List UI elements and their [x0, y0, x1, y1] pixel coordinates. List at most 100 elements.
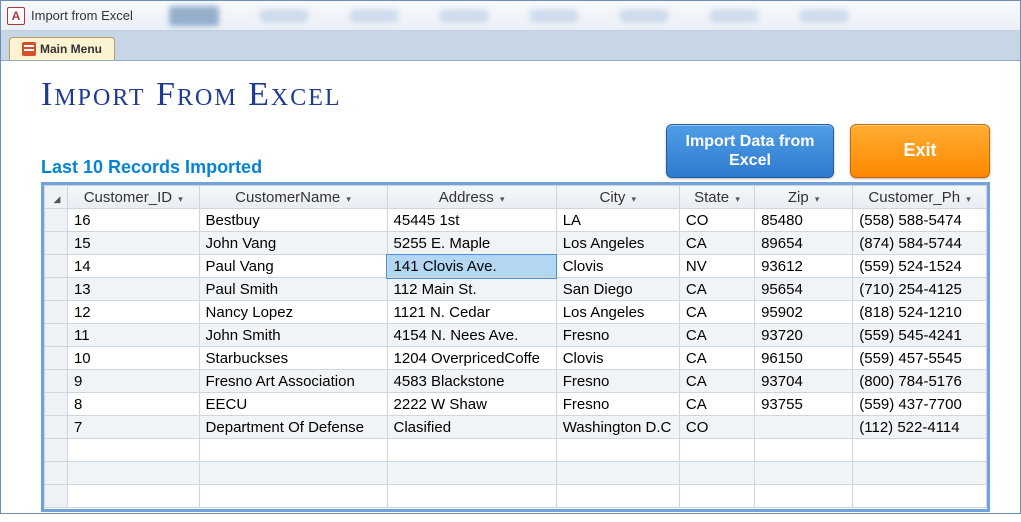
cell[interactable]: (559) 545-4241 [853, 324, 987, 347]
table-row[interactable]: 14Paul Vang141 Clovis Ave.ClovisNV93612(… [45, 255, 987, 278]
cell[interactable]: (559) 437-7700 [853, 393, 987, 416]
cell[interactable] [556, 485, 679, 508]
cell[interactable]: CA [679, 393, 754, 416]
cell[interactable]: CA [679, 370, 754, 393]
cell[interactable]: 141 Clovis Ave. [387, 255, 556, 278]
table-row[interactable]: 11John Smith4154 N. Nees Ave.FresnoCA937… [45, 324, 987, 347]
row-selector-header[interactable]: ◢ [45, 186, 68, 209]
cell[interactable]: Fresno [556, 324, 679, 347]
table-row-empty[interactable] [45, 462, 987, 485]
cell[interactable]: 96150 [755, 347, 853, 370]
cell[interactable]: CA [679, 278, 754, 301]
cell[interactable]: CA [679, 347, 754, 370]
cell[interactable]: 93755 [755, 393, 853, 416]
cell[interactable]: 2222 W Shaw [387, 393, 556, 416]
cell[interactable]: 93720 [755, 324, 853, 347]
row-selector[interactable] [45, 393, 68, 416]
cell[interactable] [387, 439, 556, 462]
table-row[interactable]: 12Nancy Lopez1121 N. CedarLos AngelesCA9… [45, 301, 987, 324]
row-selector[interactable] [45, 439, 68, 462]
cell[interactable] [853, 462, 987, 485]
cell[interactable]: 10 [67, 347, 199, 370]
table-row[interactable]: 8EECU2222 W ShawFresnoCA93755(559) 437-7… [45, 393, 987, 416]
cell[interactable]: 7 [67, 416, 199, 439]
cell[interactable] [679, 439, 754, 462]
cell[interactable]: 112 Main St. [387, 278, 556, 301]
cell[interactable]: 93704 [755, 370, 853, 393]
cell[interactable] [387, 462, 556, 485]
table-row-empty[interactable] [45, 485, 987, 508]
cell[interactable]: San Diego [556, 278, 679, 301]
cell[interactable] [67, 462, 199, 485]
cell[interactable]: 89654 [755, 232, 853, 255]
cell[interactable] [556, 462, 679, 485]
row-selector[interactable] [45, 485, 68, 508]
cell[interactable]: (112) 522-4114 [853, 416, 987, 439]
table-row[interactable]: 10Starbuckses1204 OverpricedCoffeClovisC… [45, 347, 987, 370]
cell[interactable]: Clovis [556, 347, 679, 370]
cell[interactable]: (874) 584-5744 [853, 232, 987, 255]
cell[interactable]: 13 [67, 278, 199, 301]
cell[interactable]: 95654 [755, 278, 853, 301]
col-header-customer-name[interactable]: CustomerName ▾ [199, 186, 387, 209]
row-selector[interactable] [45, 370, 68, 393]
row-selector[interactable] [45, 462, 68, 485]
cell[interactable] [679, 485, 754, 508]
cell[interactable]: 11 [67, 324, 199, 347]
cell[interactable]: Clasified [387, 416, 556, 439]
cell[interactable] [199, 462, 387, 485]
cell[interactable]: 8 [67, 393, 199, 416]
cell[interactable] [679, 462, 754, 485]
cell[interactable]: 4583 Blackstone [387, 370, 556, 393]
records-grid[interactable]: ◢ Customer_ID ▾ CustomerName ▾ Address ▾… [44, 185, 987, 508]
import-data-button[interactable]: Import Data from Excel [666, 124, 834, 178]
cell[interactable] [755, 416, 853, 439]
col-header-address[interactable]: Address ▾ [387, 186, 556, 209]
col-header-zip[interactable]: Zip ▾ [755, 186, 853, 209]
row-selector[interactable] [45, 209, 68, 232]
cell[interactable]: Los Angeles [556, 301, 679, 324]
cell[interactable]: 16 [67, 209, 199, 232]
cell[interactable] [853, 439, 987, 462]
cell[interactable]: LA [556, 209, 679, 232]
row-selector[interactable] [45, 255, 68, 278]
cell[interactable]: Fresno Art Association [199, 370, 387, 393]
row-selector[interactable] [45, 324, 68, 347]
cell[interactable]: CO [679, 209, 754, 232]
cell[interactable]: 14 [67, 255, 199, 278]
cell[interactable]: CO [679, 416, 754, 439]
cell[interactable]: 5255 E. Maple [387, 232, 556, 255]
cell[interactable]: (818) 524-1210 [853, 301, 987, 324]
row-selector[interactable] [45, 416, 68, 439]
table-row-empty[interactable] [45, 439, 987, 462]
row-selector[interactable] [45, 232, 68, 255]
cell[interactable]: (559) 457-5545 [853, 347, 987, 370]
cell[interactable]: 1121 N. Cedar [387, 301, 556, 324]
cell[interactable]: NV [679, 255, 754, 278]
cell[interactable]: Fresno [556, 393, 679, 416]
cell[interactable] [853, 485, 987, 508]
cell[interactable]: 15 [67, 232, 199, 255]
cell[interactable] [755, 462, 853, 485]
cell[interactable]: 85480 [755, 209, 853, 232]
cell[interactable]: CA [679, 324, 754, 347]
cell[interactable]: John Vang [199, 232, 387, 255]
cell[interactable]: John Smith [199, 324, 387, 347]
table-row[interactable]: 9Fresno Art Association4583 BlackstoneFr… [45, 370, 987, 393]
cell[interactable]: 45445 1st [387, 209, 556, 232]
cell[interactable]: Bestbuy [199, 209, 387, 232]
col-header-city[interactable]: City ▾ [556, 186, 679, 209]
cell[interactable]: Nancy Lopez [199, 301, 387, 324]
cell[interactable]: (558) 588-5474 [853, 209, 987, 232]
cell[interactable]: Los Angeles [556, 232, 679, 255]
cell[interactable]: 12 [67, 301, 199, 324]
row-selector[interactable] [45, 347, 68, 370]
exit-button[interactable]: Exit [850, 124, 990, 178]
table-row[interactable]: 16Bestbuy45445 1stLACO85480(558) 588-547… [45, 209, 987, 232]
cell[interactable]: 9 [67, 370, 199, 393]
cell[interactable]: CA [679, 301, 754, 324]
cell[interactable]: EECU [199, 393, 387, 416]
cell[interactable]: Paul Smith [199, 278, 387, 301]
cell[interactable]: Washington D.C [556, 416, 679, 439]
cell[interactable]: 93612 [755, 255, 853, 278]
